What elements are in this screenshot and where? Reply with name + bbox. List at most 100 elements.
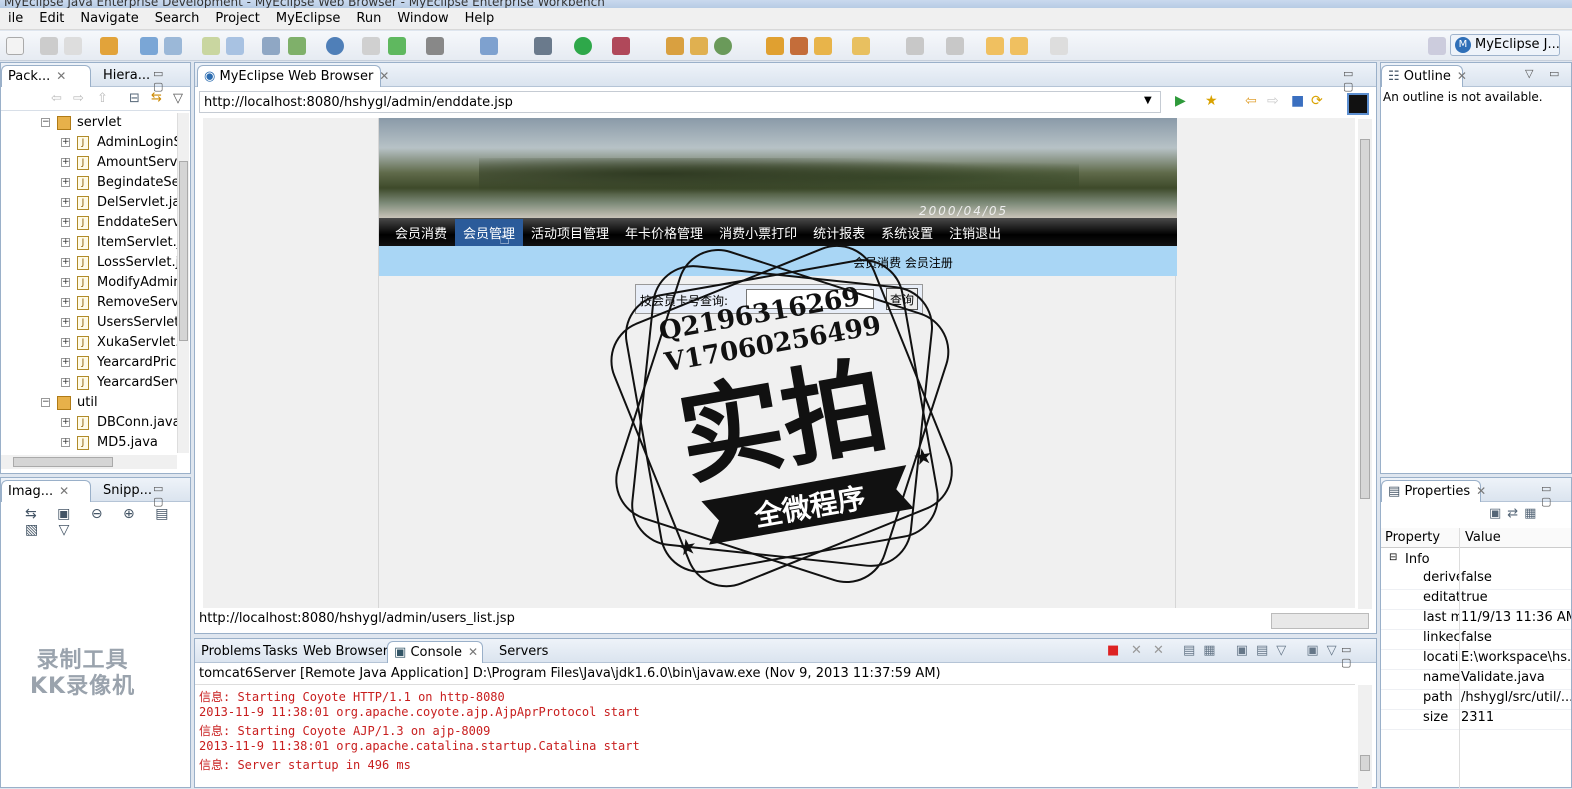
menu-file[interactable]: ile xyxy=(0,11,31,26)
expand-icon[interactable]: + xyxy=(61,198,70,207)
tree-file[interactable]: + J XukaServlet.j xyxy=(1,333,177,353)
prev-annotation-icon[interactable] xyxy=(946,37,964,55)
property-row[interactable]: derivefalse xyxy=(1381,570,1571,590)
link-editor-icon[interactable]: ⇆ xyxy=(151,90,162,105)
collapse-icon[interactable]: − xyxy=(41,118,50,127)
tree-package[interactable]: − util xyxy=(1,393,177,413)
tree-horizontal-scrollbar[interactable] xyxy=(1,455,177,469)
up-icon[interactable]: ⇧ xyxy=(97,91,108,106)
close-icon[interactable]: ✕ xyxy=(379,69,389,83)
new-class-icon[interactable] xyxy=(666,37,684,55)
globe-icon[interactable] xyxy=(326,37,344,55)
tab-outline[interactable]: ☷ Outline ✕ xyxy=(1381,65,1467,87)
property-row[interactable]: linkec false xyxy=(1381,630,1571,650)
refresh-icon[interactable]: ⟳ xyxy=(1311,93,1323,109)
minimize-maximize-icons[interactable]: ▭ ▢ xyxy=(1343,67,1376,93)
servers-icon[interactable] xyxy=(262,37,280,55)
back-arrow-icon[interactable]: ⇦ xyxy=(51,91,62,106)
package-icon[interactable] xyxy=(100,37,118,55)
open-task-icon[interactable] xyxy=(790,37,808,55)
collapse-icon[interactable]: − xyxy=(41,398,50,407)
favorites-icon[interactable]: ★ xyxy=(1205,93,1218,109)
close-icon[interactable]: ✕ xyxy=(59,484,69,498)
expand-icon[interactable]: + xyxy=(61,298,70,307)
remove-launch-icon[interactable]: ✕ xyxy=(1131,643,1142,658)
tree-file[interactable]: + J MD5.java xyxy=(1,433,177,453)
tree-vertical-scrollbar[interactable] xyxy=(177,113,189,453)
tree-file[interactable]: + J ItemServlet.ja xyxy=(1,233,177,253)
expand-icon[interactable]: + xyxy=(61,178,70,187)
browser-mode-icon[interactable] xyxy=(1347,93,1369,115)
expand-icon[interactable]: + xyxy=(61,378,70,387)
tab-package-explorer[interactable]: Pack... ✕ xyxy=(1,65,91,87)
tree-file[interactable]: + J AdminLoginS xyxy=(1,133,177,153)
bug-icon[interactable] xyxy=(534,37,552,55)
expand-icon[interactable]: + xyxy=(61,218,70,227)
camera-icon[interactable] xyxy=(426,37,444,55)
menu-edit[interactable]: Edit xyxy=(31,11,72,26)
forward-icon[interactable]: ⇨ xyxy=(1267,93,1279,109)
expand-icon[interactable]: + xyxy=(61,158,70,167)
scroll-thumb[interactable] xyxy=(1360,139,1370,499)
next-annotation-icon[interactable] xyxy=(906,37,924,55)
property-row[interactable]: size 2311 xyxy=(1381,710,1571,730)
tab-snippets[interactable]: Snipp... xyxy=(97,480,158,502)
tab-properties[interactable]: ▤ Properties ✕ xyxy=(1381,480,1486,502)
expand-icon[interactable]: + xyxy=(61,318,70,327)
menu-navigate[interactable]: Navigate xyxy=(72,11,146,26)
expand-icon[interactable]: + xyxy=(61,238,70,247)
server-icon[interactable] xyxy=(164,37,182,55)
property-row[interactable]: last m 11/9/13 11:36 AM xyxy=(1381,610,1571,630)
nav-member-consume[interactable]: 会员消费 xyxy=(387,219,455,246)
deploy-icon[interactable] xyxy=(202,37,220,55)
tab-image-viewer[interactable]: Imag... ✕ xyxy=(1,480,91,502)
minimize-maximize-icons[interactable]: ▭ ▢ xyxy=(153,482,190,508)
tree-file[interactable]: + J YearcardServ xyxy=(1,373,177,393)
collapse-all-icon[interactable]: ⊟ xyxy=(129,91,140,106)
add-icon[interactable] xyxy=(388,37,406,55)
menu-search[interactable]: Search xyxy=(147,11,208,26)
open-file-icon[interactable] xyxy=(852,37,870,55)
tree-file[interactable]: + J LossServlet.ja xyxy=(1,253,177,273)
url-dropdown-icon[interactable]: ▼ xyxy=(1144,95,1152,106)
tree-file[interactable]: + J AmountServle xyxy=(1,153,177,173)
external-tools-icon[interactable] xyxy=(612,37,630,55)
expand-icon[interactable]: + xyxy=(61,438,70,447)
print-icon[interactable] xyxy=(64,37,82,55)
tree-file[interactable]: + J ModifyAdmin xyxy=(1,273,177,293)
minimize-maximize-icons[interactable]: ▭ ▢ xyxy=(1341,643,1376,669)
h-scroll-thumb[interactable] xyxy=(13,457,113,467)
last-edit-icon[interactable] xyxy=(986,37,1004,55)
browser-vertical-scrollbar[interactable] xyxy=(1358,119,1372,609)
close-icon[interactable]: ✕ xyxy=(468,645,478,659)
property-row[interactable]: editat true xyxy=(1381,590,1571,610)
back-icon[interactable]: ⇦ xyxy=(1245,93,1257,109)
url-bar[interactable]: http://localhost:8080/hshygl/admin/endda… xyxy=(199,91,1161,113)
nav-member-manage[interactable]: 会员管理 xyxy=(455,218,524,246)
tab-console[interactable]: ▣ Console ✕ xyxy=(387,641,483,663)
open-perspective-icon[interactable] xyxy=(1428,37,1446,55)
menu-window[interactable]: Window xyxy=(389,11,456,26)
terminate-icon[interactable]: ■ xyxy=(1107,643,1119,658)
expand-icon[interactable]: + xyxy=(61,138,70,147)
perspective-myeclipse[interactable]: M MyEclipse J... xyxy=(1450,34,1560,56)
menu-run[interactable]: Run xyxy=(348,11,389,26)
image-toolbar-icons[interactable]: ⇆ ▣ ⊖ ⊕ ▤ ▧ ▽ xyxy=(25,506,185,538)
tab-hierarchy[interactable]: Hiera... xyxy=(97,65,156,87)
expand-icon[interactable]: + xyxy=(61,258,70,267)
expand-icon[interactable]: + xyxy=(61,358,70,367)
tree-file[interactable]: + J RemoveServl xyxy=(1,293,177,313)
tree-package[interactable]: − servlet xyxy=(1,113,177,133)
menu-project[interactable]: Project xyxy=(207,11,267,26)
console-scrollbar[interactable] xyxy=(1358,685,1372,789)
tree-file[interactable]: + J DelServlet.jav xyxy=(1,193,177,213)
tree-file[interactable]: + J UsersServlet. xyxy=(1,313,177,333)
properties-toolbar-icons[interactable]: ▣⇄▦ xyxy=(1489,506,1569,526)
properties-group-info[interactable]: ⊟ Info xyxy=(1381,550,1571,570)
open-type-icon[interactable] xyxy=(766,37,784,55)
forward-icon[interactable] xyxy=(1050,37,1068,55)
web-project-icon[interactable] xyxy=(288,37,306,55)
menu-help[interactable]: Help xyxy=(457,11,503,26)
go-icon[interactable]: ▶ xyxy=(1175,93,1186,109)
tree-file[interactable]: + J BegindateSer xyxy=(1,173,177,193)
